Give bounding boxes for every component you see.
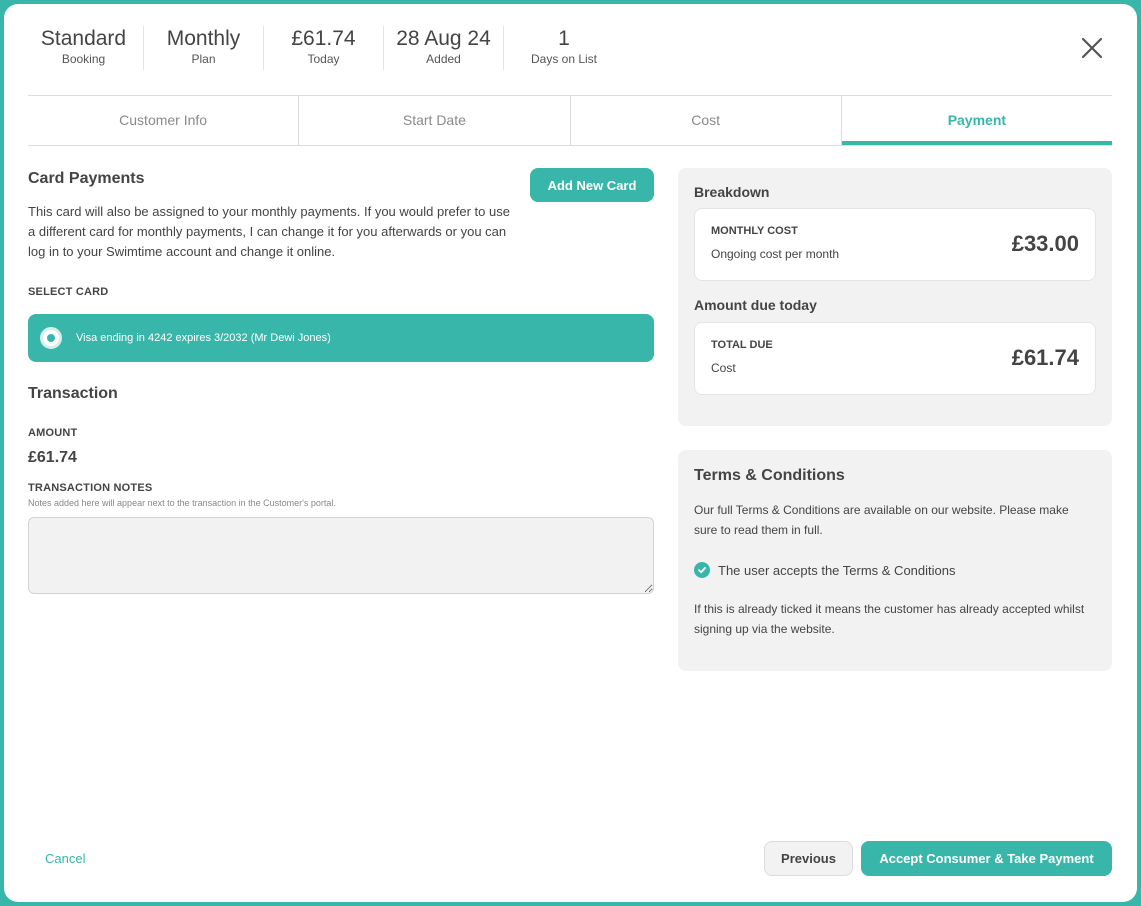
stat-label: Added xyxy=(426,52,461,66)
tab-customer-info[interactable]: Customer Info xyxy=(28,96,300,145)
card-option-label: Visa ending in 4242 expires 3/2032 (Mr D… xyxy=(76,332,331,344)
monthly-cost-value: £33.00 xyxy=(1011,231,1079,256)
stat-booking: Standard Booking xyxy=(24,26,144,70)
stat-today: £61.74 Today xyxy=(264,26,384,70)
stat-days-on-list: 1 Days on List xyxy=(504,26,624,70)
terms-accept-label: The user accepts the Terms & Conditions xyxy=(718,562,956,578)
tab-cost[interactable]: Cost xyxy=(571,96,842,145)
terms-panel: Terms & Conditions Our full Terms & Cond… xyxy=(678,450,1112,671)
stat-value: £61.74 xyxy=(291,27,356,50)
amount-due-title: Amount due today xyxy=(694,297,817,313)
cancel-link[interactable]: Cancel xyxy=(45,851,85,866)
payment-modal: Standard Booking Monthly Plan £61.74 Tod… xyxy=(4,4,1137,902)
tab-payment[interactable]: Payment xyxy=(841,96,1112,145)
total-due-title: TOTAL DUE xyxy=(711,339,773,351)
amount-label: AMOUNT xyxy=(28,427,78,439)
transaction-title: Transaction xyxy=(28,385,118,402)
monthly-cost-card: MONTHLY COST Ongoing cost per month £33.… xyxy=(694,208,1096,281)
accept-take-payment-button[interactable]: Accept Consumer & Take Payment xyxy=(861,841,1112,876)
select-card-label: SELECT CARD xyxy=(28,286,109,298)
total-due-value: £61.74 xyxy=(1011,345,1079,370)
close-icon xyxy=(1081,37,1103,59)
stat-value: Monthly xyxy=(166,27,241,50)
payment-form: Card Payments Add New Card This card wil… xyxy=(28,168,654,599)
stat-label: Today xyxy=(307,52,340,66)
card-payments-description: This card will also be assigned to your … xyxy=(28,204,510,259)
terms-accept-checkbox[interactable]: The user accepts the Terms & Conditions xyxy=(694,562,956,578)
stat-value: 1 xyxy=(558,27,570,50)
monthly-cost-title: MONTHLY COST xyxy=(711,225,798,237)
card-option-visa-4242[interactable]: Visa ending in 4242 expires 3/2032 (Mr D… xyxy=(28,314,654,362)
breakdown-title: Breakdown xyxy=(694,184,770,200)
previous-button[interactable]: Previous xyxy=(764,841,853,876)
tab-bar: Customer Info Start Date Cost Payment xyxy=(28,95,1112,146)
total-due-card: TOTAL DUE Cost £61.74 xyxy=(694,322,1096,395)
header-stats: Standard Booking Monthly Plan £61.74 Tod… xyxy=(24,26,624,70)
stat-label: Days on List xyxy=(530,52,598,66)
tab-start-date[interactable]: Start Date xyxy=(299,96,571,145)
total-due-subtitle: Cost xyxy=(711,361,736,375)
transaction-notes-input[interactable] xyxy=(28,517,654,594)
terms-text: Our full Terms & Conditions are availabl… xyxy=(694,503,1069,537)
stat-label: Booking xyxy=(61,52,106,66)
terms-title: Terms & Conditions xyxy=(694,467,845,484)
stat-value: 28 Aug 24 xyxy=(396,27,491,50)
stat-added: 28 Aug 24 Added xyxy=(384,26,504,70)
add-new-card-button[interactable]: Add New Card xyxy=(530,168,654,202)
card-payments-header: Card Payments Add New Card xyxy=(28,168,654,202)
radio-selected-icon xyxy=(40,327,62,349)
transaction-notes-hint: Notes added here will appear next to the… xyxy=(28,498,336,508)
terms-note: If this is already ticked it means the c… xyxy=(694,602,1085,636)
monthly-cost-subtitle: Ongoing cost per month xyxy=(711,247,840,261)
amount-value: £61.74 xyxy=(28,449,77,466)
stat-plan: Monthly Plan xyxy=(144,26,264,70)
transaction-notes-label: TRANSACTION NOTES xyxy=(28,482,153,494)
close-button[interactable] xyxy=(1078,34,1106,62)
breakdown-panel: Breakdown MONTHLY COST Ongoing cost per … xyxy=(678,168,1112,426)
stat-value: Standard xyxy=(40,27,127,50)
checkmark-icon xyxy=(694,562,710,578)
stat-label: Plan xyxy=(191,52,216,66)
